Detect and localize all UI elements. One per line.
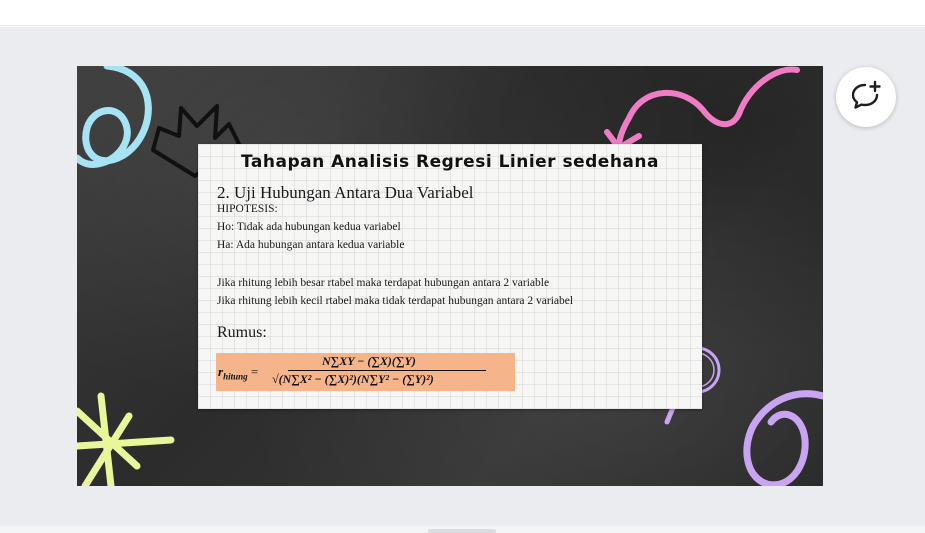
correlation-formula: rhitung = N∑XY − (∑X)(∑Y) √(N∑X² − (∑X)²… <box>216 353 515 391</box>
starburst-icon <box>77 392 175 486</box>
curved-arrow-icon <box>604 66 800 151</box>
fraction-bar <box>288 370 486 371</box>
bottom-panel-handle[interactable] <box>428 529 496 533</box>
formula-equals: = <box>250 364 259 379</box>
purple-swirl-icon <box>743 390 823 486</box>
slide-subtitle: 2. Uji Hubungan Antara Dua Variabel <box>217 183 474 202</box>
blue-swirl-icon <box>77 66 152 168</box>
hypothesis-ha: Ha: Ada hubungan antara kedua variable <box>217 239 405 251</box>
presentation-slide[interactable]: Tahapan Analisis Regresi Linier sedehana… <box>77 66 823 486</box>
add-comment-icon <box>851 80 881 109</box>
formula-subscript: hitung <box>223 371 248 382</box>
rumus-label: Rumus: <box>217 324 267 341</box>
slide-heading: Tahapan Analisis Regresi Linier sedehana <box>241 152 659 172</box>
formula-lhs: rhitung = <box>218 364 258 382</box>
note-paper: Tahapan Analisis Regresi Linier sedehana… <box>198 144 702 409</box>
hypothesis-ho: Ho: Tidak ada hubungan kedua variabel <box>217 221 401 233</box>
add-comment-button[interactable] <box>836 67 896 127</box>
formula-numerator: N∑XY − (∑X)(∑Y) <box>322 354 416 368</box>
decision-rule-1: Jika rhitung lebih besar rtabel maka ter… <box>217 277 550 289</box>
top-bar <box>0 0 925 26</box>
decision-rule-2: Jika rhitung lebih kecil rtabel maka tid… <box>217 295 574 307</box>
formula-denominator: √(N∑X² − (∑X)²)(N∑Y² − (∑Y)²) <box>272 372 434 386</box>
hipotesis-label: HIPOTESIS: <box>217 203 278 215</box>
